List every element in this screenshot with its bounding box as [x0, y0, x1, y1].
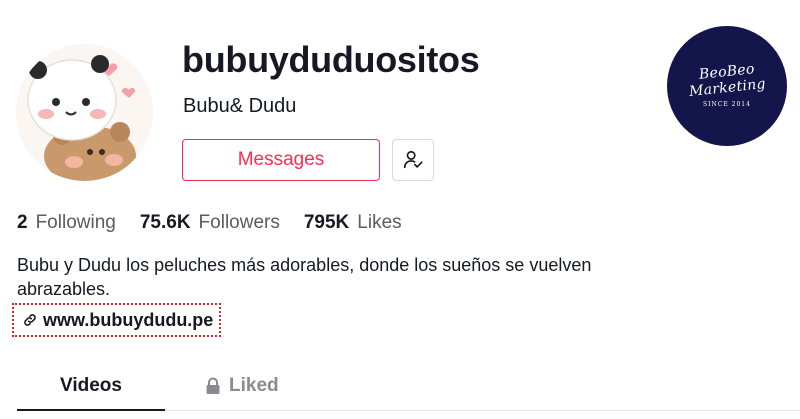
- active-tab-indicator: [17, 409, 165, 411]
- stat-following[interactable]: 2 Following: [17, 212, 116, 234]
- messages-button[interactable]: Messages: [182, 139, 380, 181]
- following-status-button[interactable]: [392, 139, 434, 181]
- brand-logo-since: SINCE 2014: [703, 101, 751, 108]
- stat-likes: 795K Likes: [304, 212, 402, 234]
- stat-followers[interactable]: 75.6K Followers: [140, 212, 280, 234]
- profile-link-text[interactable]: www.bubuydudu.pe: [43, 310, 213, 331]
- stat-label: Followers: [198, 212, 280, 233]
- lock-icon: [205, 377, 221, 395]
- user-check-icon: [403, 150, 423, 169]
- stat-value: 2: [17, 212, 28, 233]
- stat-label: Following: [35, 212, 116, 233]
- profile-stats: 2 Following 75.6K Followers 795K Likes: [17, 212, 426, 234]
- stat-value: 795K: [303, 212, 350, 233]
- tab-liked-label: Liked: [229, 375, 279, 396]
- profile-avatar[interactable]: [16, 44, 153, 181]
- brand-logo: BeoBeo Marketing SINCE 2014: [667, 26, 787, 146]
- profile-display-name: Bubu& Dudu: [183, 95, 297, 117]
- profile-bio: Bubu y Dudu los peluches más adorables, …: [17, 255, 592, 299]
- stat-label: Likes: [357, 212, 402, 233]
- profile-username: bubuyduduositos: [182, 39, 480, 80]
- bear-panda-avatar-icon: [16, 44, 153, 181]
- tab-videos[interactable]: Videos: [17, 370, 165, 402]
- profile-page: bubuyduduositos Bubu& Dudu Messages BeoB…: [0, 0, 800, 419]
- tab-liked[interactable]: Liked: [205, 370, 279, 402]
- stat-value: 75.6K: [139, 212, 191, 233]
- profile-link[interactable]: www.bubuydudu.pe: [12, 303, 222, 337]
- link-icon: [22, 312, 38, 328]
